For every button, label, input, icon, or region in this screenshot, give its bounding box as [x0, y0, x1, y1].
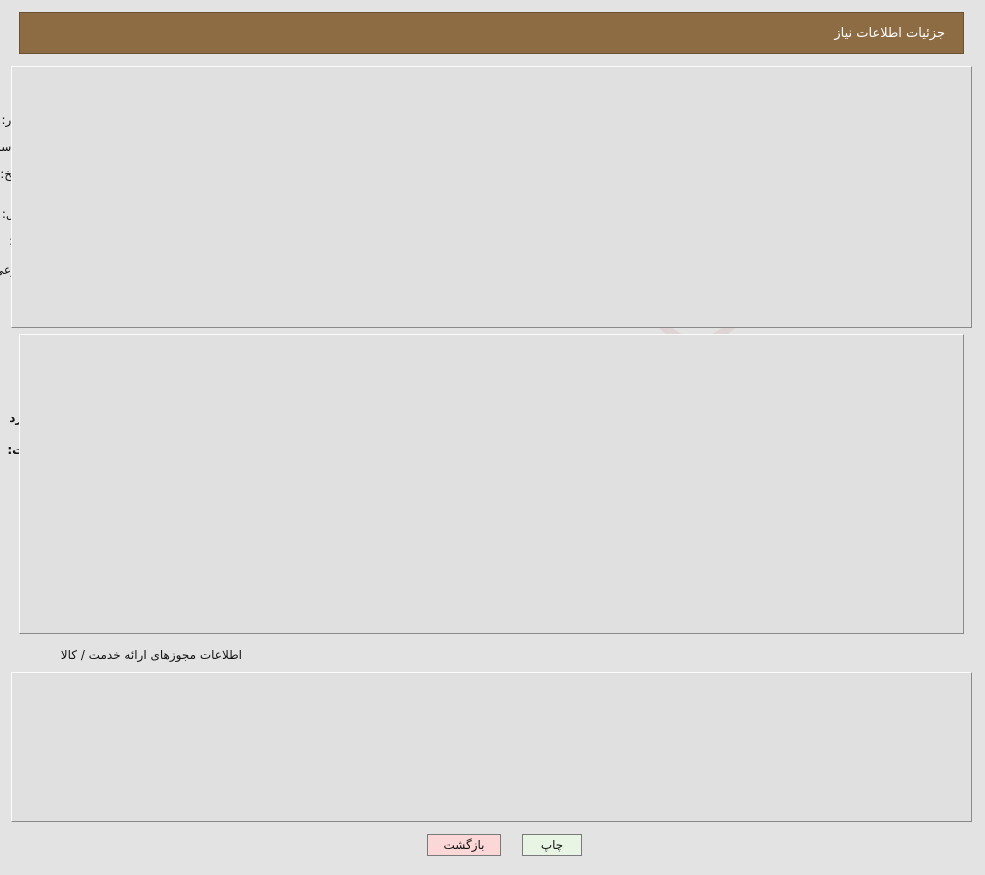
- back-button[interactable]: بازگشت: [428, 834, 502, 856]
- need-info-panel: [12, 66, 973, 328]
- page-title: جزئیات اطلاعات نیاز: [835, 25, 946, 41]
- page-root: AriaTender.net جزئیات اطلاعات نیاز شماره…: [0, 0, 985, 875]
- print-button[interactable]: چاپ: [523, 834, 583, 856]
- description-panel: [20, 334, 965, 634]
- licenses-section-title: اطلاعات مجوزهای ارائه خدمت / کالا: [61, 648, 243, 662]
- page-title-bar: جزئیات اطلاعات نیاز: [20, 12, 965, 54]
- licenses-panel: [12, 672, 973, 822]
